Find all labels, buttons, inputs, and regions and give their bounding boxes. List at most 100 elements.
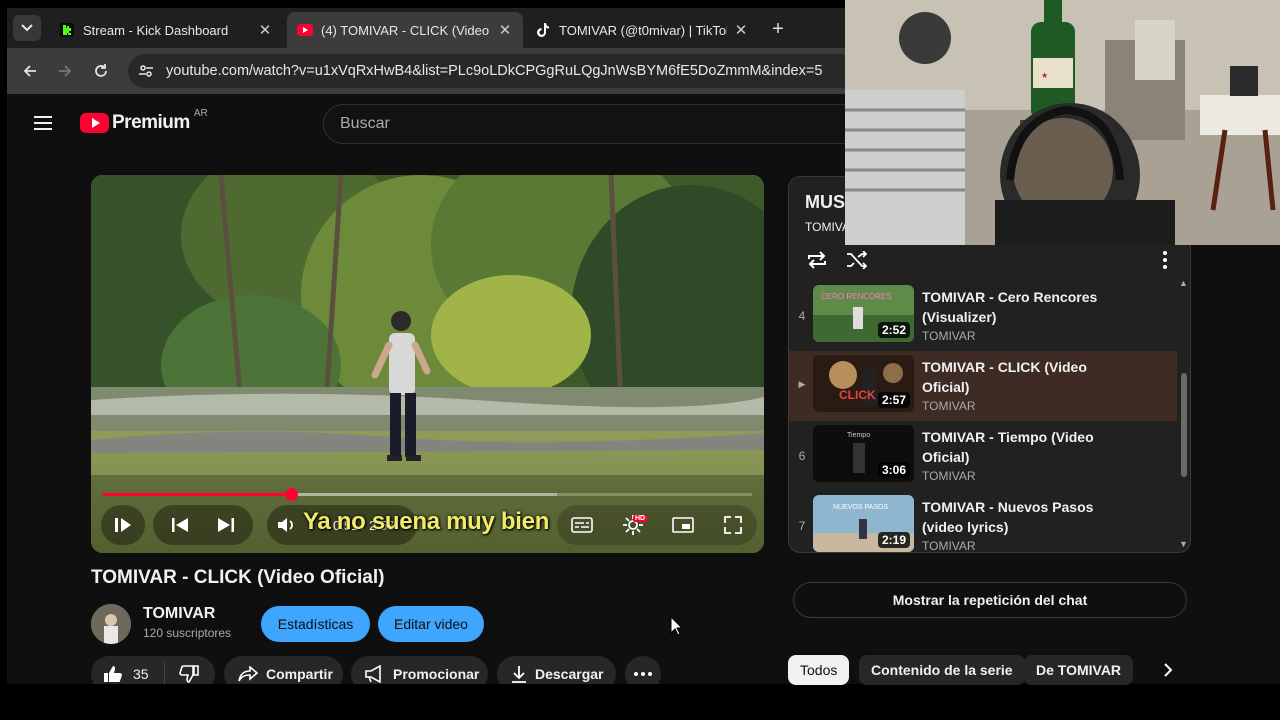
playlist-menu-button[interactable] [1153, 245, 1177, 275]
played-bar [103, 493, 292, 496]
item-thumbnail: CLICK 2:57 [813, 355, 914, 412]
item-duration: 2:19 [877, 532, 910, 548]
dislike-button[interactable] [165, 665, 213, 683]
more-actions-button[interactable] [625, 656, 661, 684]
youtube-icon [80, 113, 109, 133]
download-icon [512, 666, 526, 683]
browser-toolbar: youtube.com/watch?v=u1xVqRxHwB4&list=PLc… [7, 48, 845, 94]
svg-text:★: ★ [1041, 71, 1048, 80]
previous-button[interactable] [171, 517, 189, 533]
scroll-up-icon[interactable]: ▲ [1179, 278, 1188, 288]
youtube-logo[interactable]: Premium AR [80, 108, 208, 134]
promote-button[interactable]: Promocionar [351, 656, 488, 684]
webcam-overlay: ★ [845, 0, 1280, 245]
item-owner: TOMIVAR [922, 399, 976, 413]
site-info-icon[interactable] [138, 63, 154, 79]
edit-video-button[interactable]: Editar video [378, 606, 484, 642]
shuffle-button[interactable] [845, 245, 869, 275]
skip-next-icon [218, 518, 234, 532]
tab-kick[interactable]: Stream - Kick Dashboard ✕ [49, 12, 283, 48]
video-frame [91, 175, 764, 553]
tab-search-button[interactable] [13, 15, 41, 41]
item-title: TOMIVAR - Cero Rencores (Visualizer) [922, 289, 1098, 325]
video-player[interactable]: 0:51 / 2:56 Ya no suena muy bien HD [91, 175, 764, 553]
item-title: TOMIVAR - Nuevos Pasos (video lyrics) [922, 499, 1094, 535]
play-button[interactable] [101, 505, 145, 545]
caption-text: Ya no suena muy bien [303, 508, 550, 535]
like-count: 35 [133, 666, 149, 682]
playlist-nav [153, 505, 253, 545]
fullscreen-icon[interactable] [723, 515, 743, 535]
thumbs-down-icon [179, 665, 199, 683]
video-title: TOMIVAR - CLICK (Video Oficial) [91, 567, 385, 588]
more-horizontal-icon [634, 672, 652, 676]
theater-mode-icon[interactable] [672, 517, 695, 533]
tab-title: Stream - Kick Dashboard [83, 22, 229, 38]
skip-previous-icon [172, 518, 188, 532]
url-text[interactable]: youtube.com/watch?v=u1xVqRxHwB4&list=PLc… [166, 63, 822, 79]
item-thumbnail: NUEVOS PASOS 2:19 [813, 495, 914, 552]
item-thumbnail: CERO RENCORES 2:52 [813, 285, 914, 342]
share-label: Compartir [266, 666, 333, 682]
reload-icon [95, 64, 107, 77]
chip-from-channel[interactable]: De TOMIVAR [1024, 655, 1134, 685]
address-bar[interactable]: youtube.com/watch?v=u1xVqRxHwB4&list=PLc… [128, 54, 845, 88]
item-owner: TOMIVAR [922, 329, 976, 343]
new-tab-button[interactable]: + [767, 18, 789, 41]
scroll-down-icon[interactable]: ▼ [1179, 539, 1188, 549]
download-button[interactable]: Descargar [497, 656, 616, 684]
forward-button[interactable] [54, 60, 76, 82]
kick-icon [59, 22, 75, 38]
like-button[interactable]: 35 [91, 662, 165, 684]
thumb-caption: CERO RENCORES [821, 292, 892, 301]
chips-next-button[interactable] [1156, 658, 1180, 682]
playlist-scrollbar[interactable] [1181, 373, 1187, 477]
tab-strip: Stream - Kick Dashboard ✕ (4) TOMIVAR - … [7, 8, 845, 48]
playlist-item[interactable]: 4 CERO RENCORES 2:52 TOMIVAR - Cero Renc… [789, 281, 1177, 351]
close-icon[interactable]: ✕ [257, 21, 273, 39]
play-icon [115, 518, 131, 532]
screen: Stream - Kick Dashboard ✕ (4) TOMIVAR - … [0, 0, 1280, 720]
menu-icon[interactable] [34, 116, 52, 130]
chip-all[interactable]: Todos [788, 655, 850, 685]
playlist-item-current[interactable]: ▶ CLICK 2:57 TOMIVAR - CLICK (Video Ofic… [789, 351, 1177, 421]
search-input[interactable] [340, 115, 845, 133]
tab-title: TOMIVAR (@t0mivar) | TikTok [559, 22, 727, 38]
playlist-title[interactable]: MUS [805, 192, 845, 213]
next-button[interactable] [217, 517, 235, 533]
channel-name[interactable]: TOMIVAR [143, 605, 215, 623]
playlist-item[interactable]: 6 Tiempo 3:06 TOMIVAR - Tiempo (Video Of… [789, 421, 1177, 491]
channel-avatar[interactable] [91, 604, 131, 644]
chip-series[interactable]: Contenido de la serie [859, 655, 1025, 685]
shuffle-icon [847, 251, 868, 269]
repeat-icon [808, 251, 826, 269]
loop-button[interactable] [805, 245, 829, 275]
show-chat-replay-button[interactable]: Mostrar la repetición del chat [793, 582, 1187, 618]
item-index: 4 [798, 309, 806, 323]
reload-button[interactable] [90, 60, 112, 82]
share-icon [238, 666, 258, 682]
brand-label: Premium [112, 112, 190, 133]
share-button[interactable]: Compartir [224, 656, 343, 684]
subscriber-count: 120 suscriptores [143, 626, 232, 640]
chevron-right-icon [1164, 663, 1173, 677]
megaphone-icon [365, 665, 381, 683]
youtube-icon [297, 22, 313, 38]
close-icon[interactable]: ✕ [733, 21, 749, 39]
tab-tiktok[interactable]: TOMIVAR (@t0mivar) | TikTok ✕ [525, 12, 759, 48]
volume-icon [278, 518, 293, 532]
item-duration: 2:52 [877, 322, 910, 338]
close-icon[interactable]: ✕ [497, 21, 513, 39]
like-dislike-group: 35 [91, 656, 215, 684]
download-label: Descargar [535, 666, 604, 682]
subtitles-icon[interactable] [571, 517, 594, 533]
tab-title: (4) TOMIVAR - CLICK (Video Oficial) [321, 22, 491, 38]
tab-youtube[interactable]: (4) TOMIVAR - CLICK (Video Oficial) ✕ [287, 12, 523, 48]
more-vertical-icon [1163, 251, 1167, 269]
stats-button[interactable]: Estadísticas [261, 606, 370, 642]
seek-bar[interactable] [103, 488, 752, 501]
back-button[interactable] [19, 60, 41, 82]
thumb-caption: CLICK [839, 388, 876, 402]
playlist-item[interactable]: 7 NUEVOS PASOS 2:19 TOMIVAR - Nuevos Pas… [789, 491, 1177, 552]
mouse-cursor-icon [670, 616, 684, 636]
